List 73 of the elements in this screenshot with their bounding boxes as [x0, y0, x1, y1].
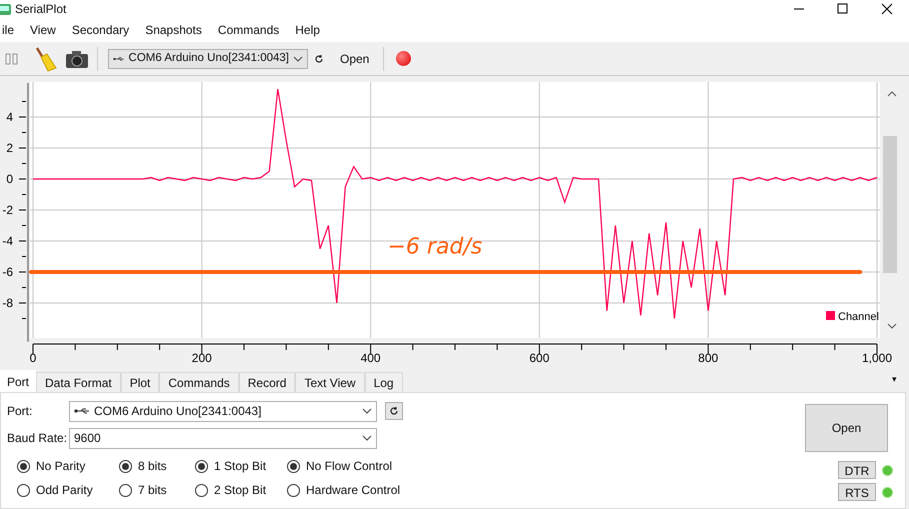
- tab[interactable]: Record: [238, 372, 296, 392]
- axis-label: 800: [698, 351, 718, 365]
- radio-button[interactable]: [287, 484, 300, 496]
- radio-button[interactable]: [195, 484, 208, 496]
- radio-button[interactable]: [119, 484, 132, 496]
- refresh-icon: [389, 406, 399, 416]
- tab[interactable]: Commands: [159, 372, 239, 392]
- axis-label: -4: [2, 234, 13, 248]
- legend-label: Channel: [838, 311, 879, 323]
- tab[interactable]: Plot: [120, 372, 160, 392]
- caret-icon: [362, 435, 372, 441]
- menu-item[interactable]: View: [30, 21, 56, 39]
- radio-label: No Flow Control: [306, 458, 392, 475]
- tab[interactable]: Text View: [295, 372, 365, 392]
- menu-item[interactable]: Snapshots: [145, 21, 202, 39]
- field-label: Port:: [7, 403, 34, 420]
- radio-label: 1 Stop Bit: [214, 458, 266, 475]
- caret-icon: [293, 56, 303, 62]
- axis-label: 0: [6, 172, 13, 186]
- menu-item[interactable]: Secondary: [72, 21, 130, 39]
- axis-label: -2: [2, 203, 13, 217]
- field-label: Baud Rate:: [7, 430, 68, 447]
- radio-button[interactable]: [119, 460, 132, 472]
- axis-label: 600: [529, 351, 550, 365]
- axis-label: -8: [2, 296, 13, 310]
- axis-label: -6: [2, 265, 13, 279]
- scrollbar-thumb[interactable]: [883, 136, 897, 273]
- refresh-button[interactable]: [385, 402, 403, 420]
- radio-label: No Parity: [36, 458, 86, 475]
- radio-label: Odd Parity: [36, 482, 93, 499]
- app-icon: [0, 2, 11, 16]
- radio-label: Hardware Control: [306, 482, 400, 499]
- axis-label: 200: [192, 351, 212, 365]
- tab[interactable]: Port: [0, 370, 36, 392]
- tab[interactable]: Log: [364, 372, 403, 392]
- axis-label: 4: [6, 110, 13, 124]
- port-dropdown[interactable]: COM6 Arduino Uno[2341:0043]: [108, 48, 308, 68]
- axis-label: 400: [360, 351, 381, 365]
- menu-item[interactable]: Commands: [218, 21, 280, 39]
- tabs-menu-icon[interactable]: ▾: [892, 373, 897, 386]
- close-icon[interactable]: [881, 3, 893, 15]
- signal-button[interactable]: RTS: [838, 483, 876, 501]
- record-icon[interactable]: [396, 51, 412, 66]
- radio-label: 7 bits: [138, 482, 167, 499]
- open-button[interactable]: Open: [805, 404, 888, 452]
- usb-icon: [113, 54, 125, 62]
- axis-label: 2: [6, 141, 13, 155]
- axis-label: 1,000: [862, 351, 892, 365]
- open-button[interactable]: Open: [334, 50, 376, 68]
- usb-icon: [74, 407, 90, 415]
- legend-swatch: [826, 311, 835, 320]
- scroll-up-icon[interactable]: [888, 91, 896, 96]
- annotation-text: −6 rad/s: [387, 234, 482, 260]
- menu-item[interactable]: Help: [295, 21, 320, 39]
- maximize-icon[interactable]: [837, 3, 849, 15]
- camera-icon[interactable]: [65, 48, 89, 68]
- axis-label: 0: [30, 351, 36, 365]
- window-title: SerialPlot: [15, 1, 66, 18]
- radio-button[interactable]: [17, 484, 30, 496]
- radio-label: 2 Stop Bit: [214, 482, 266, 499]
- baud-select[interactable]: 9600: [69, 428, 377, 448]
- radio-button[interactable]: [287, 460, 300, 472]
- radio-button[interactable]: [17, 460, 30, 472]
- refresh-icon: [314, 54, 324, 64]
- menu-item[interactable]: ile: [2, 21, 14, 39]
- caret-icon: [362, 408, 372, 414]
- tab[interactable]: Data Format: [36, 372, 121, 392]
- broom-icon[interactable]: [33, 46, 57, 72]
- radio-button[interactable]: [195, 460, 208, 472]
- signal-button[interactable]: DTR: [838, 461, 876, 479]
- port-select[interactable]: COM6 Arduino Uno[2341:0043]: [69, 400, 377, 422]
- radio-label: 8 bits: [138, 458, 167, 475]
- scroll-down-icon[interactable]: [888, 324, 896, 329]
